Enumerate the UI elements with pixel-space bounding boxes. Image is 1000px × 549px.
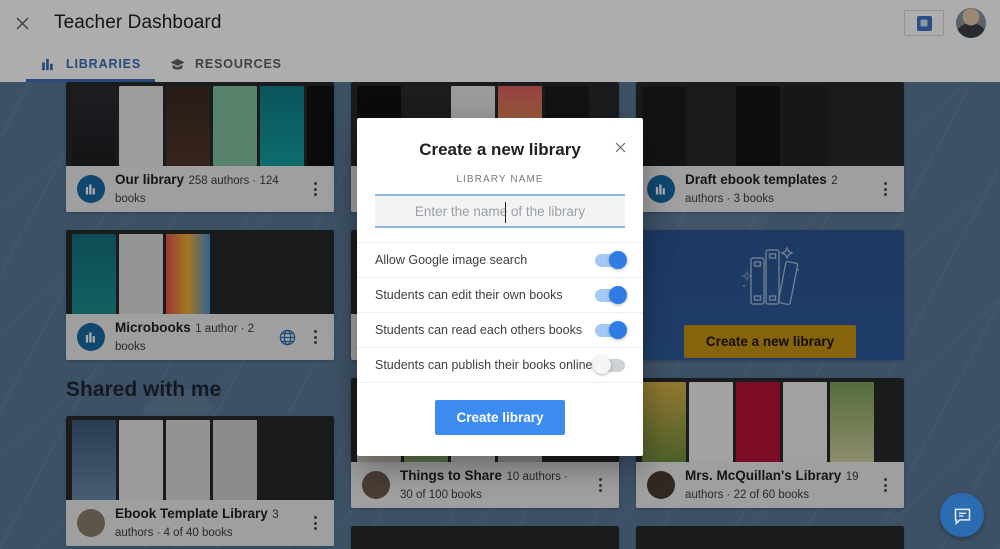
toggle-students-edit-own-books[interactable] [595,286,627,304]
option-label: Students can read each others books [375,323,583,337]
create-library-submit-button[interactable]: Create library [435,400,565,435]
library-name-label: LIBRARY NAME [456,174,544,185]
dialog-header: Create a new library [357,134,643,174]
text-caret [505,202,506,223]
option-label: Allow Google image search [375,253,528,267]
dialog-title: Create a new library [419,140,581,159]
option-row-edit-own-books[interactable]: Students can edit their own books [357,277,643,312]
dialog-actions: Create library [357,382,643,456]
toggle-allow-google-image-search[interactable] [595,251,627,269]
create-library-dialog: Create a new library LIBRARY NAME Enter … [357,118,643,456]
toggle-students-publish-books-online[interactable] [593,356,625,374]
toggle-students-read-each-others-books[interactable] [595,321,627,339]
chat-message-icon[interactable] [940,493,984,537]
option-row-read-each-others[interactable]: Students can read each others books [357,312,643,347]
option-row-publish-online[interactable]: Students can publish their books online [357,347,643,382]
library-name-placeholder: Enter the name of the library [414,203,586,219]
library-name-field-group: LIBRARY NAME Enter the name of the libra… [357,174,643,242]
option-row-image-search[interactable]: Allow Google image search [357,242,643,277]
library-name-input[interactable]: Enter the name of the library [375,194,625,228]
close-icon[interactable] [609,136,631,158]
option-label: Students can publish their books online [375,358,593,372]
app-root: Our library 258 authors · 124 books Micr… [0,0,1000,549]
option-label: Students can edit their own books [375,288,563,302]
